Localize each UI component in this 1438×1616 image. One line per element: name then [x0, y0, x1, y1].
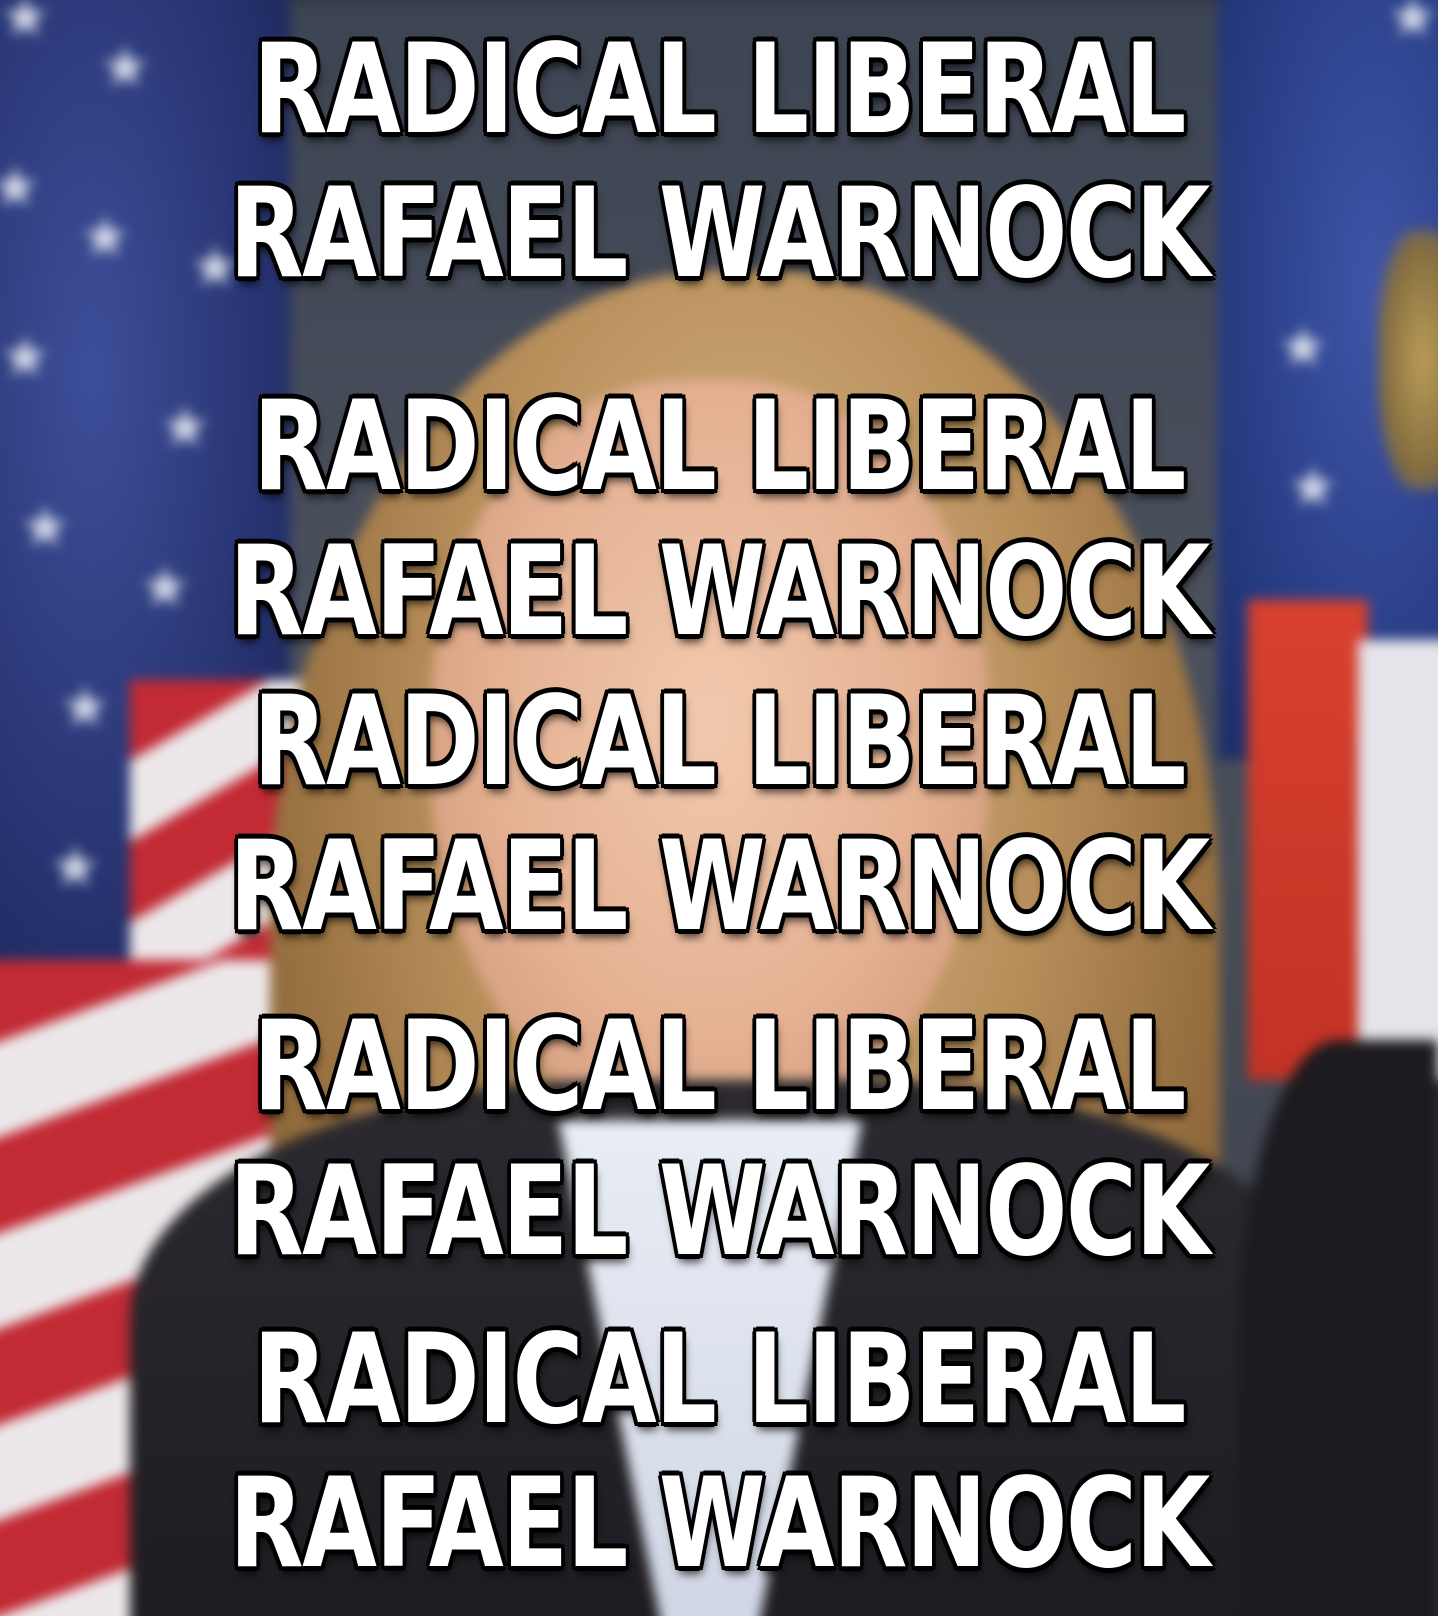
caption-line-6: RAFAEL WARNOCK [229, 815, 1210, 959]
caption-line-3: RADICAL LIBERAL [253, 375, 1186, 519]
caption-line-7: RADICAL LIBERAL [253, 995, 1186, 1139]
caption-line-10: RAFAEL WARNOCK [229, 1452, 1210, 1596]
meme-image: ★ ★ ★ ★ ★ ★ ★ ★ ★ ★ ★ ★ ★ ★ ★ [0, 0, 1438, 1616]
caption-line-4: RAFAEL WARNOCK [229, 520, 1210, 664]
caption-line-1: RADICAL LIBERAL [253, 18, 1186, 162]
caption-line-8: RAFAEL WARNOCK [229, 1140, 1210, 1284]
caption-overlay: RADICAL LIBERAL RAFAEL WARNOCK RADICAL L… [0, 0, 1438, 1616]
caption-line-9: RADICAL LIBERAL [253, 1308, 1186, 1452]
caption-line-2: RAFAEL WARNOCK [229, 162, 1210, 306]
caption-line-5: RADICAL LIBERAL [253, 670, 1186, 814]
